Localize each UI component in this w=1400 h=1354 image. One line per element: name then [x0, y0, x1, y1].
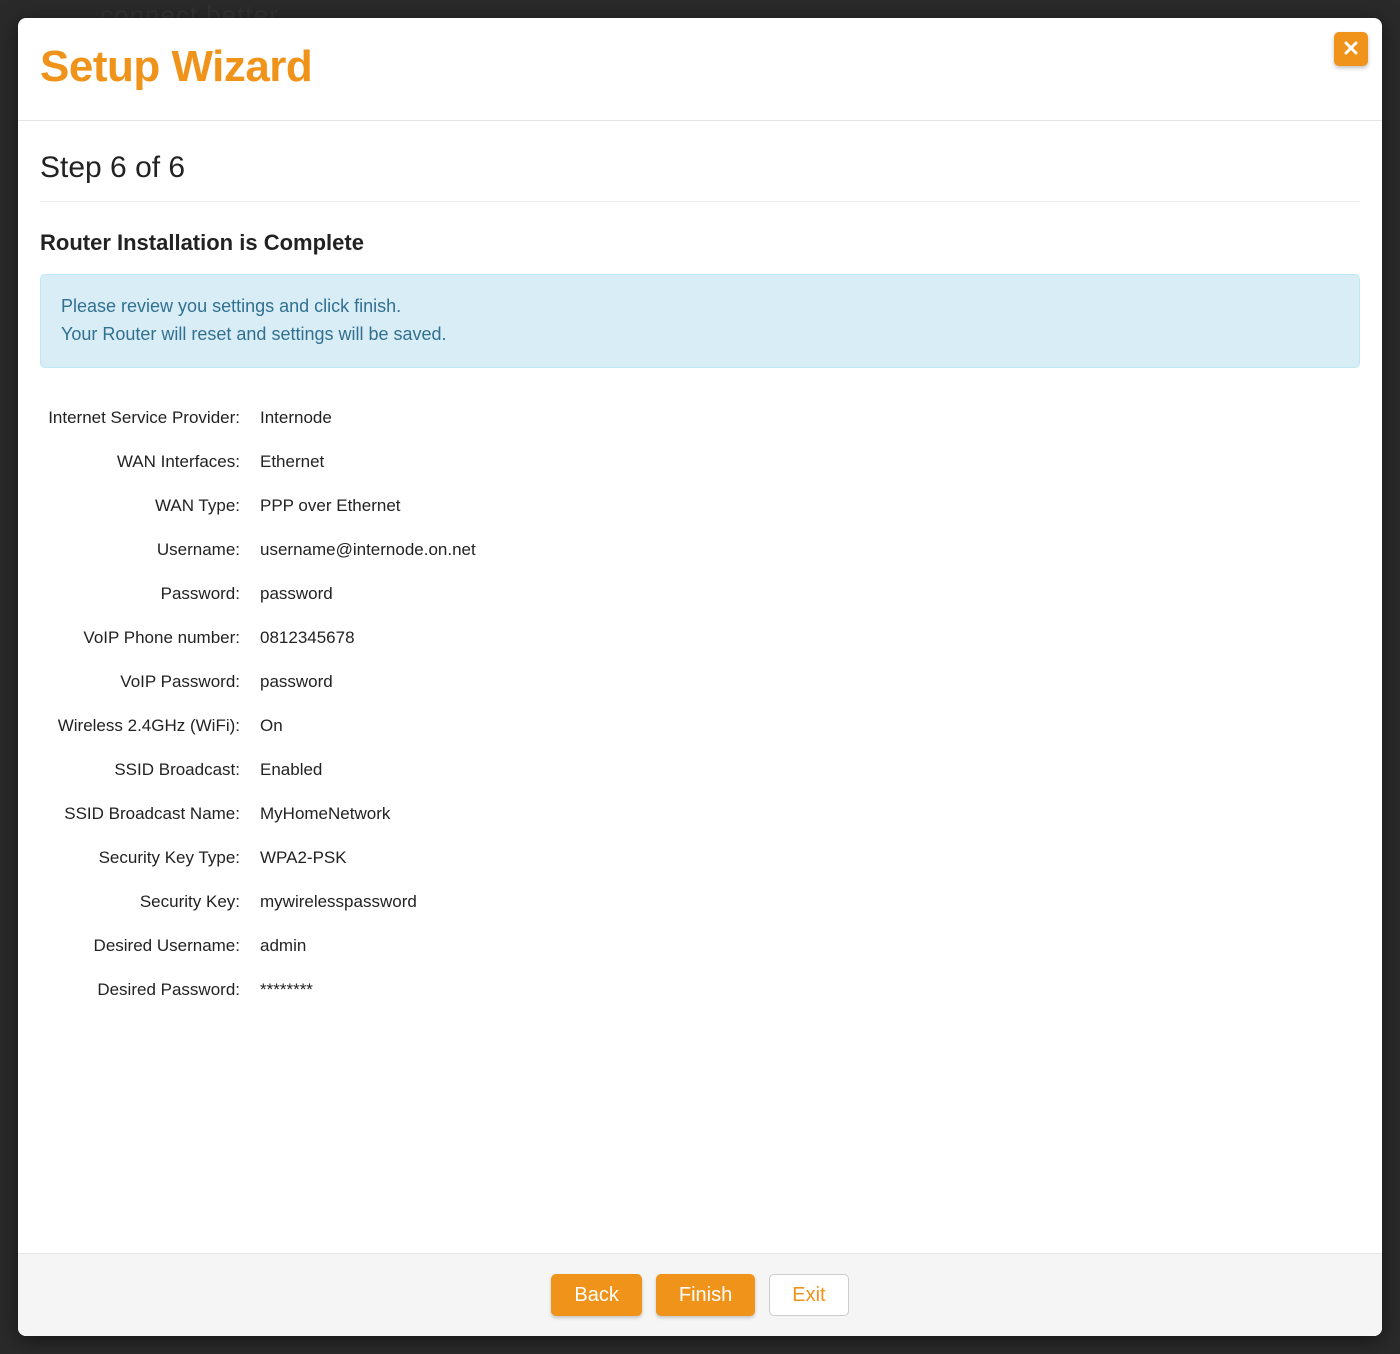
finish-button[interactable]: Finish — [656, 1274, 755, 1316]
summary-value: WPA2-PSK — [260, 836, 1360, 880]
info-alert-line: Please review you settings and click fin… — [61, 296, 401, 316]
summary-row: WAN Type:PPP over Ethernet — [40, 484, 1360, 528]
summary-row: VoIP Phone number:0812345678 — [40, 616, 1360, 660]
modal-header: Setup Wizard — [18, 18, 1382, 121]
step-indicator: Step 6 of 6 — [40, 151, 1360, 202]
summary-label: WAN Type: — [40, 484, 260, 528]
summary-value: admin — [260, 924, 1360, 968]
summary-label: WAN Interfaces: — [40, 440, 260, 484]
summary-value: Internode — [260, 396, 1360, 440]
summary-value: password — [260, 572, 1360, 616]
summary-row: Desired Username:admin — [40, 924, 1360, 968]
info-alert-line: Your Router will reset and settings will… — [61, 324, 447, 344]
close-icon — [1344, 39, 1358, 60]
summary-value: password — [260, 660, 1360, 704]
summary-label: Security Key Type: — [40, 836, 260, 880]
summary-label: VoIP Phone number: — [40, 616, 260, 660]
summary-row: Desired Password:******** — [40, 968, 1360, 1012]
summary-row: Security Key Type:WPA2-PSK — [40, 836, 1360, 880]
summary-value: ******** — [260, 968, 1360, 1012]
summary-row: SSID Broadcast:Enabled — [40, 748, 1360, 792]
summary-label: SSID Broadcast: — [40, 748, 260, 792]
modal-title: Setup Wizard — [40, 42, 1360, 92]
section-title: Router Installation is Complete — [40, 230, 1360, 256]
summary-row: Internet Service Provider:Internode — [40, 396, 1360, 440]
summary-value: 0812345678 — [260, 616, 1360, 660]
summary-row: VoIP Password:password — [40, 660, 1360, 704]
summary-label: Wireless 2.4GHz (WiFi): — [40, 704, 260, 748]
summary-row: SSID Broadcast Name:MyHomeNetwork — [40, 792, 1360, 836]
modal-body: Step 6 of 6 Router Installation is Compl… — [18, 121, 1382, 1253]
info-alert: Please review you settings and click fin… — [40, 274, 1360, 368]
summary-value: mywirelesspassword — [260, 880, 1360, 924]
summary-value: Enabled — [260, 748, 1360, 792]
modal-footer: Back Finish Exit — [18, 1253, 1382, 1336]
summary-row: Wireless 2.4GHz (WiFi):On — [40, 704, 1360, 748]
summary-label: VoIP Password: — [40, 660, 260, 704]
summary-label: Desired Password: — [40, 968, 260, 1012]
exit-button[interactable]: Exit — [769, 1274, 848, 1316]
summary-label: Username: — [40, 528, 260, 572]
summary-value: On — [260, 704, 1360, 748]
summary-label: Internet Service Provider: — [40, 396, 260, 440]
summary-row: Security Key:mywirelesspassword — [40, 880, 1360, 924]
summary-row: Username:username@internode.on.net — [40, 528, 1360, 572]
summary-label: Password: — [40, 572, 260, 616]
back-button[interactable]: Back — [551, 1274, 641, 1316]
summary-value: username@internode.on.net — [260, 528, 1360, 572]
summary-label: SSID Broadcast Name: — [40, 792, 260, 836]
summary-label: Security Key: — [40, 880, 260, 924]
summary-value: MyHomeNetwork — [260, 792, 1360, 836]
close-button[interactable] — [1334, 32, 1368, 66]
summary-table: Internet Service Provider:InternodeWAN I… — [40, 396, 1360, 1012]
summary-row: WAN Interfaces:Ethernet — [40, 440, 1360, 484]
summary-label: Desired Username: — [40, 924, 260, 968]
setup-wizard-modal: Setup Wizard Step 6 of 6 Router Installa… — [18, 18, 1382, 1336]
summary-row: Password:password — [40, 572, 1360, 616]
summary-value: Ethernet — [260, 440, 1360, 484]
summary-value: PPP over Ethernet — [260, 484, 1360, 528]
